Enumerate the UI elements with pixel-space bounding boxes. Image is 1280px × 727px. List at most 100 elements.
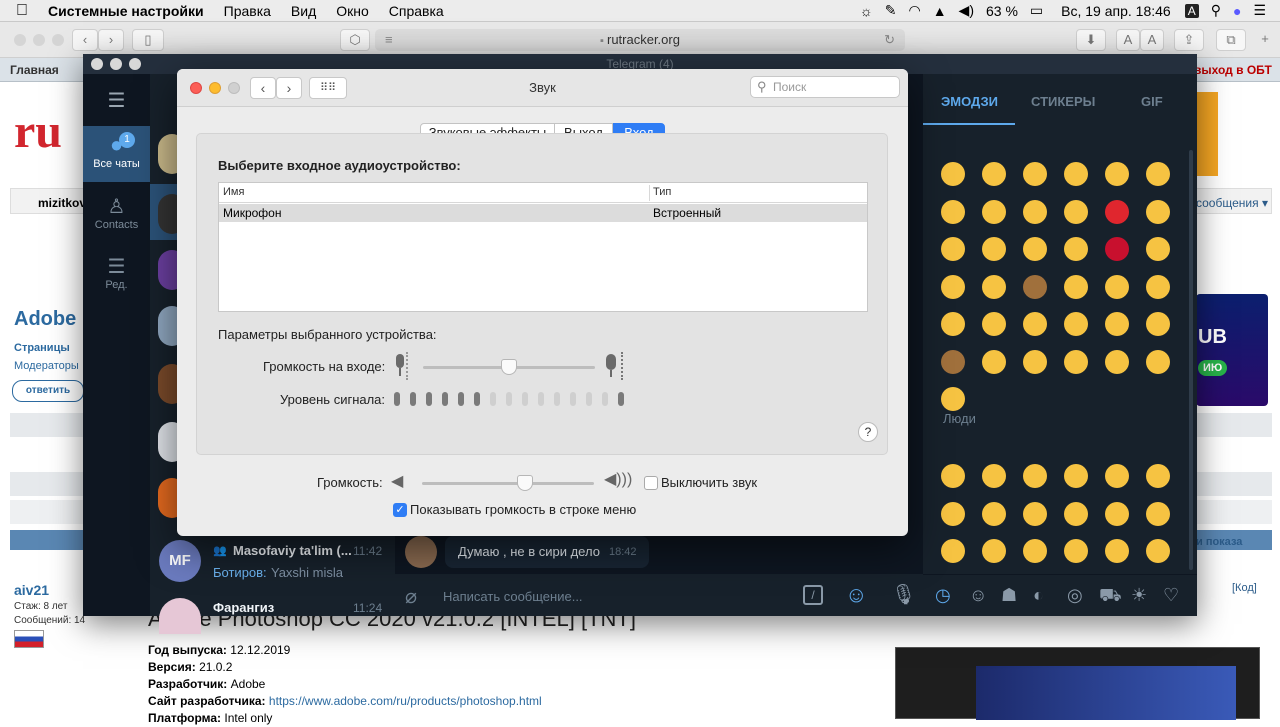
menu-app-name[interactable]: Системные настройки: [38, 0, 214, 22]
emoji[interactable]: [1146, 199, 1170, 224]
tg-close-dot[interactable]: [91, 58, 103, 70]
emoji[interactable]: [1023, 237, 1047, 261]
share-button[interactable]: ⇪: [1174, 29, 1204, 51]
emoji[interactable]: [1105, 349, 1129, 374]
clock[interactable]: Вс, 19 апр. 18:46: [1049, 3, 1177, 19]
zoom-dot[interactable]: [52, 34, 64, 46]
emoji[interactable]: [1105, 199, 1129, 224]
attach-icon[interactable]: ⌀: [405, 584, 417, 609]
travel-icon[interactable]: ⛟: [1099, 585, 1122, 609]
emoji[interactable]: [982, 237, 1006, 261]
emoji[interactable]: [982, 274, 1006, 299]
objects-icon[interactable]: ☀: [1131, 585, 1147, 606]
rt-user-short[interactable]: mizitkov: [38, 196, 86, 210]
rt-show-link[interactable]: и показа: [1196, 536, 1242, 548]
tg-min-dot[interactable]: [110, 58, 122, 70]
emoji[interactable]: [941, 501, 965, 526]
chat-row[interactable]: Фарангиз 11:24: [150, 594, 395, 634]
forward-button[interactable]: ›: [98, 29, 124, 51]
tabs-button[interactable]: ⧉: [1216, 29, 1246, 51]
animals-icon[interactable]: ☗: [1001, 585, 1017, 606]
search-icon[interactable]: ⚲: [1199, 2, 1227, 19]
emoji[interactable]: [1105, 501, 1129, 526]
address-bar[interactable]: ≡ ▪ rutracker.org ↻: [375, 29, 905, 51]
apple-icon[interactable]: : [0, 0, 38, 22]
brightness-icon[interactable]: ☼: [854, 3, 879, 19]
rail-contacts[interactable]: ♙ Contacts: [83, 190, 150, 248]
text-bigger-button[interactable]: A: [1140, 29, 1164, 51]
emoji[interactable]: [1023, 199, 1047, 224]
emoji[interactable]: [1023, 274, 1047, 299]
airplay-icon[interactable]: ▲: [927, 3, 953, 19]
back-button[interactable]: ‹: [72, 29, 98, 51]
emoji[interactable]: [1023, 162, 1047, 186]
col-type[interactable]: Тип: [653, 186, 671, 198]
emoji[interactable]: [1064, 349, 1088, 374]
emoji[interactable]: [1064, 199, 1088, 224]
minimize-dot[interactable]: [33, 34, 45, 46]
chat-row[interactable]: MF 👥 Masofaviy ta'lim (... 11:42 Ботиров…: [150, 538, 395, 596]
emoji[interactable]: [982, 464, 1006, 488]
emoji[interactable]: [1064, 501, 1088, 526]
emoji[interactable]: [1105, 237, 1129, 261]
emoji[interactable]: [1146, 237, 1170, 261]
output-volume-slider[interactable]: [422, 482, 594, 485]
wifi-icon[interactable]: ◠: [902, 2, 926, 19]
symbols-icon[interactable]: ♡: [1163, 585, 1179, 606]
emoji[interactable]: [982, 349, 1006, 374]
tab-stickers[interactable]: СТИКЕРЫ: [1031, 94, 1095, 109]
output-volume-knob[interactable]: [517, 475, 534, 491]
reload-icon[interactable]: ↻: [884, 29, 895, 51]
search-field[interactable]: ⚲ Поиск: [750, 76, 900, 98]
emoji[interactable]: [1105, 162, 1129, 186]
rt-dev-link[interactable]: https://www.adobe.com/ru/products/photos…: [269, 694, 542, 708]
emoji[interactable]: [982, 539, 1006, 563]
download-button[interactable]: ⬇: [1076, 29, 1106, 51]
col-name[interactable]: Имя: [223, 186, 244, 198]
mute-checkbox[interactable]: [644, 476, 658, 490]
composer-input[interactable]: Написать сообщение...: [443, 589, 583, 604]
emoji[interactable]: [982, 501, 1006, 526]
input-source-icon[interactable]: A: [1184, 3, 1199, 18]
sports-icon[interactable]: ◎: [1067, 585, 1083, 606]
text-smaller-button[interactable]: A: [1116, 29, 1140, 51]
emoji[interactable]: [1023, 464, 1047, 488]
smiles-icon[interactable]: ☺: [969, 585, 987, 606]
emoji[interactable]: [1064, 464, 1088, 488]
emoji[interactable]: [1064, 312, 1088, 336]
emoji[interactable]: [1064, 274, 1088, 299]
table-row[interactable]: Микрофон Встроенный: [219, 204, 867, 222]
food-icon[interactable]: ◐: [1033, 585, 1044, 606]
emoji[interactable]: [941, 274, 965, 299]
command-icon[interactable]: /: [803, 585, 823, 605]
emoji[interactable]: [941, 539, 965, 563]
emoji[interactable]: [1146, 501, 1170, 526]
rt-adobe[interactable]: Adobe: [14, 308, 76, 331]
rt-username[interactable]: aiv21: [14, 582, 49, 598]
show-in-menubar-checkbox[interactable]: ✓: [393, 503, 407, 517]
menu-edit[interactable]: Правка: [214, 0, 281, 22]
volume-icon[interactable]: ◀): [953, 2, 980, 19]
input-volume-knob[interactable]: [501, 359, 517, 375]
emoji[interactable]: [941, 237, 965, 261]
battery-icon[interactable]: ▭: [1024, 2, 1049, 19]
emoji[interactable]: [982, 162, 1006, 186]
emoji[interactable]: [1146, 312, 1170, 336]
tab-gif[interactable]: GIF: [1141, 94, 1163, 109]
rail-all-chats[interactable]: ● 1 Все чаты: [83, 126, 150, 182]
emoji[interactable]: [1146, 274, 1170, 299]
emoji[interactable]: [1105, 539, 1129, 563]
script-icon[interactable]: ✎: [879, 2, 903, 19]
emoji[interactable]: [941, 199, 965, 224]
emoji[interactable]: [1105, 274, 1129, 299]
show-in-menubar-label[interactable]: Показывать громкость в строке меню: [410, 502, 636, 517]
emoji[interactable]: [1146, 162, 1170, 186]
rt-reply-button[interactable]: ответить: [12, 380, 84, 402]
notification-center-icon[interactable]: ☰: [1247, 2, 1280, 19]
help-button[interactable]: ?: [858, 422, 878, 442]
emoji[interactable]: [982, 199, 1006, 224]
emoji[interactable]: [941, 464, 965, 488]
menu-help[interactable]: Справка: [379, 0, 454, 22]
emoji[interactable]: [1023, 312, 1047, 336]
emoji[interactable]: [1023, 501, 1047, 526]
